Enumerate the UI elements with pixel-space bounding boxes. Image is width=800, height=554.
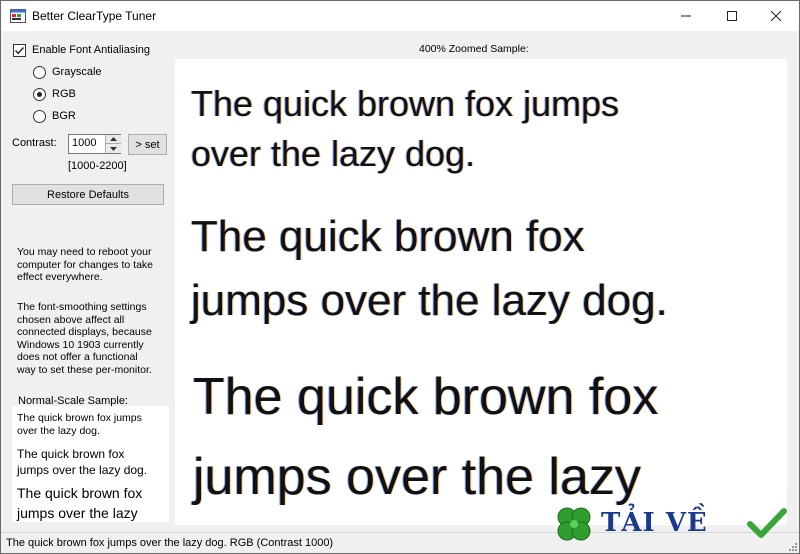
close-button[interactable]	[753, 1, 799, 31]
app-icon	[10, 9, 26, 23]
zoom-sample-panel: The quick brown fox jumps over the lazy …	[175, 59, 787, 525]
normal-sample-small: The quick brown fox jumps over the lazy …	[17, 412, 142, 437]
contrast-range-label: [1000-2200]	[68, 160, 127, 172]
set-contrast-button[interactable]: > set	[128, 134, 167, 155]
maximize-icon	[727, 11, 737, 21]
zoom-sample-large: The quick brown fox jumps over the lazy	[193, 368, 659, 506]
checkmark-logo-icon	[747, 508, 787, 538]
caret-up-icon	[110, 137, 117, 141]
clover-icon	[557, 507, 591, 541]
caret-down-icon	[110, 146, 117, 151]
antialias-checkbox[interactable]	[13, 44, 26, 57]
zoom-sample-medium: The quick brown fox jumps over the lazy …	[191, 212, 668, 325]
radio-grayscale[interactable]	[33, 66, 46, 79]
spin-down-button[interactable]	[105, 144, 121, 153]
antialias-label[interactable]: Enable Font Antialiasing	[32, 44, 150, 56]
zoom-sample-small: The quick brown fox jumps over the lazy …	[191, 83, 620, 174]
radio-rgb[interactable]	[33, 88, 46, 101]
watermark-text: TẢI VỀ	[601, 508, 708, 538]
reboot-info-text: You may need to reboot your computer for…	[17, 246, 153, 283]
watermark: TẢI VỀ	[549, 499, 793, 551]
minimize-icon	[681, 15, 691, 17]
status-text: The quick brown fox jumps over the lazy …	[6, 537, 334, 549]
checkmark-icon	[14, 47, 25, 55]
normal-sample-large: The quick brown fox jumps over the lazy	[17, 485, 143, 521]
zoom-sample-caption: 400% Zoomed Sample:	[419, 43, 529, 55]
maximize-button[interactable]	[709, 1, 755, 31]
minimize-button[interactable]	[663, 1, 709, 31]
radio-bgr[interactable]	[33, 110, 46, 123]
spin-up-button[interactable]	[105, 135, 121, 144]
contrast-label: Contrast:	[12, 137, 57, 149]
radio-bgr-label[interactable]: BGR	[52, 110, 76, 122]
per-monitor-info-text: The font-smoothing settings chosen above…	[17, 301, 152, 376]
close-icon	[771, 11, 781, 21]
contrast-value[interactable]: 1000	[72, 137, 96, 149]
radio-grayscale-label[interactable]: Grayscale	[52, 66, 102, 78]
normal-sample-panel: The quick brown fox jumps over the lazy …	[12, 406, 169, 522]
normal-sample-medium: The quick brown fox jumps over the lazy …	[17, 447, 148, 477]
radio-rgb-label[interactable]: RGB	[52, 88, 76, 100]
window-title: Better ClearType Tuner	[32, 9, 157, 23]
app-window: Better ClearType Tuner Enable Font Antia…	[0, 0, 800, 554]
title-bar[interactable]: Better ClearType Tuner	[1, 1, 799, 31]
restore-defaults-button[interactable]: Restore Defaults	[12, 184, 164, 205]
